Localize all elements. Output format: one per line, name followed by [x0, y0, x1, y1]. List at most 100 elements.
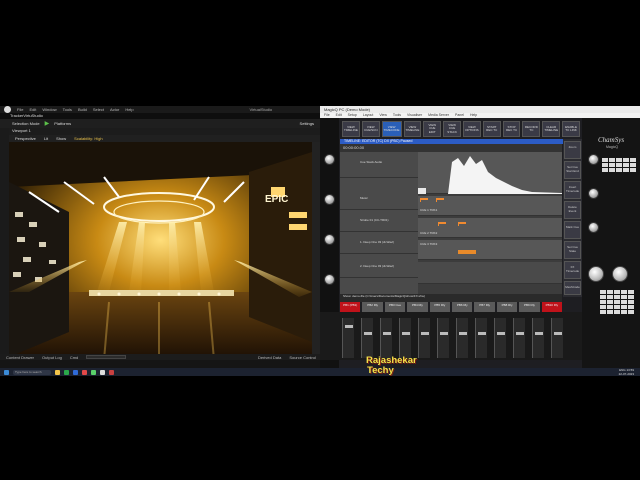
playback-fader[interactable]: [532, 318, 544, 358]
ue-menu-help[interactable]: Help: [125, 107, 133, 112]
track-header-strobe[interactable]: Strobe 01 (CC-TR01): [340, 218, 418, 232]
playback-button-10[interactable]: PB10 Rly: [541, 302, 563, 312]
fader-cap[interactable]: [345, 325, 353, 328]
fader-cap[interactable]: [478, 332, 486, 335]
ue-menu-window[interactable]: Window: [42, 107, 56, 112]
console-key[interactable]: [602, 158, 608, 162]
mq-menu-view[interactable]: View: [379, 113, 387, 118]
soft-button-7[interactable]: VIEW OPTIONS: [463, 121, 481, 137]
mq-menu-setup[interactable]: Setup: [348, 113, 357, 118]
set-cue-start-end-button[interactable]: Set Cue Start End: [564, 161, 581, 179]
unreal-logo-icon[interactable]: [4, 106, 11, 113]
ue-menu-tools[interactable]: Tools: [63, 107, 72, 112]
ue-3d-viewport[interactable]: EPIC: [9, 142, 312, 360]
console-key[interactable]: [623, 168, 629, 172]
fader-cap[interactable]: [516, 332, 524, 335]
zoom-button[interactable]: Zoom: [564, 141, 581, 159]
console-big-knob-y[interactable]: [612, 266, 628, 282]
mq-menu-panel[interactable]: Panel: [455, 113, 464, 118]
fx-timecode-button[interactable]: FX Timecode: [564, 261, 581, 279]
edge-icon[interactable]: [73, 369, 78, 375]
audio-waveform-lane[interactable]: [418, 152, 562, 194]
console-key[interactable]: [623, 163, 629, 167]
fader-cap[interactable]: [459, 332, 467, 335]
console-key[interactable]: [628, 300, 634, 304]
playback-button-6[interactable]: PB6 Rly: [452, 302, 473, 312]
console-key[interactable]: [628, 290, 634, 294]
fader-cap[interactable]: [364, 332, 372, 335]
encoder-knob-4[interactable]: [324, 274, 335, 285]
console-knob-c[interactable]: [588, 222, 599, 233]
console-key[interactable]: [600, 290, 606, 294]
soft-button-3[interactable]: VIEW TIMECODE: [381, 121, 402, 137]
console-key[interactable]: [614, 295, 620, 299]
empty-lane[interactable]: [418, 262, 562, 284]
taskbar-search-input[interactable]: Type here to search: [13, 369, 51, 375]
console-key[interactable]: [621, 300, 627, 304]
playback-fader[interactable]: [437, 318, 449, 358]
console-big-knob-x[interactable]: [588, 266, 604, 282]
console-knob-b[interactable]: [588, 188, 599, 199]
cmd-dropdown[interactable]: Cmd: [70, 355, 78, 360]
mq-menu-tools[interactable]: Tools: [393, 113, 401, 118]
ue-menu-file[interactable]: File: [17, 107, 23, 112]
console-key[interactable]: [609, 158, 615, 162]
playback-button-5[interactable]: PB5 Rly: [429, 302, 451, 312]
playback-fader[interactable]: [475, 318, 487, 358]
playback-fader[interactable]: [494, 318, 506, 358]
timeline-editor[interactable]: 00:00:00.00 Cue Stack Audio Music Strobe…: [340, 144, 562, 294]
console-key[interactable]: [614, 290, 620, 294]
encoder-knob-3[interactable]: [324, 234, 335, 245]
soft-button-12[interactable]: ENABLE TC LINK: [562, 121, 580, 137]
playback-fader[interactable]: [399, 318, 411, 358]
show-button[interactable]: Show: [56, 136, 66, 141]
playback-fader[interactable]: [551, 318, 563, 358]
set-cue-state-button[interactable]: Set Cue State: [564, 241, 581, 259]
console-key[interactable]: [607, 295, 613, 299]
cue-marker[interactable]: [438, 222, 446, 226]
derived-data-button[interactable]: Derived Data: [258, 355, 281, 360]
pb2-lane[interactable]: CUE 3 TRK3: [418, 240, 562, 260]
track-header-audio[interactable]: Cue Stack Audio: [340, 160, 418, 178]
playback-button-3[interactable]: PB3 Cue: [384, 302, 406, 312]
console-key[interactable]: [621, 305, 627, 309]
encoder-knob-2[interactable]: [324, 194, 335, 205]
fader-cap[interactable]: [535, 332, 543, 335]
mq-menu-layout[interactable]: Layout: [363, 113, 374, 118]
soft-button-8[interactable]: START REC TC: [482, 121, 501, 137]
console-key[interactable]: [621, 310, 627, 314]
soft-button-2[interactable]: VIEW CUE/SCN: [361, 121, 380, 137]
playback-fader[interactable]: [513, 318, 525, 358]
chrome-icon[interactable]: [64, 369, 69, 375]
console-knob-a[interactable]: [588, 154, 599, 165]
console-key[interactable]: [630, 158, 636, 162]
console-key[interactable]: [621, 295, 627, 299]
playback-button-8[interactable]: PB8 Rly: [496, 302, 518, 312]
console-key[interactable]: [616, 158, 622, 162]
console-key[interactable]: [623, 158, 629, 162]
playback-fader[interactable]: [361, 318, 373, 358]
playback-fader[interactable]: [380, 318, 392, 358]
pb1-lane[interactable]: CUE 2 TRK2: [418, 218, 562, 238]
playback-fader[interactable]: [456, 318, 468, 358]
selection-mode-dropdown[interactable]: Selection Mode: [12, 121, 40, 126]
meshcode-button[interactable]: MeshCode: [564, 281, 581, 295]
app-icon[interactable]: [82, 369, 87, 375]
console-key[interactable]: [616, 163, 622, 167]
console-key[interactable]: [602, 168, 608, 172]
file-explorer-icon[interactable]: [55, 369, 60, 375]
console-key[interactable]: [628, 295, 634, 299]
viewport-tab[interactable]: Viewport 1: [9, 128, 320, 135]
content-drawer-button[interactable]: Content Drawer: [6, 355, 34, 360]
track-header-pb1[interactable]: 1. Deep One 03 (dt-Wavi): [340, 240, 418, 254]
console-key[interactable]: [600, 310, 606, 314]
fader-cap[interactable]: [383, 332, 391, 335]
insert-timecode-button[interactable]: Insert Timecode: [564, 181, 581, 199]
playback-fader[interactable]: [342, 318, 354, 358]
output-log-button[interactable]: Output Log: [42, 355, 62, 360]
console-key[interactable]: [630, 163, 636, 167]
soft-button-4[interactable]: VIEW TIMELINE: [403, 121, 422, 137]
play-icon[interactable]: ▶: [45, 120, 50, 127]
console-key[interactable]: [607, 310, 613, 314]
console-key[interactable]: [607, 300, 613, 304]
